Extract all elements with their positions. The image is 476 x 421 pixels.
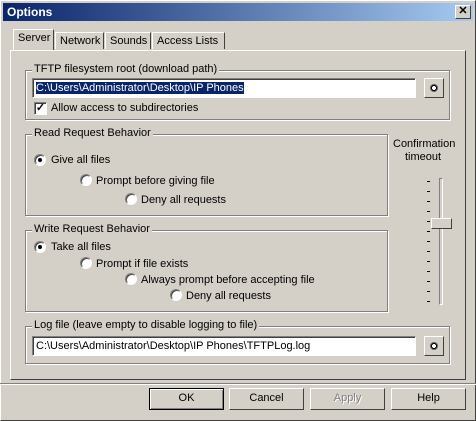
slider-tick xyxy=(427,221,430,222)
tftp-root-path-field[interactable]: C:\Users\Administrator\Desktop\IP Phones xyxy=(32,78,416,98)
tftp-root-path-value: C:\Users\Administrator\Desktop\IP Phones xyxy=(36,82,244,94)
write-deny-radio[interactable] xyxy=(170,289,182,301)
allow-subdirs-checkbox[interactable]: ✓ xyxy=(34,102,47,115)
slider-tick xyxy=(427,261,430,262)
slider-tick xyxy=(427,191,430,192)
close-button[interactable]: ✕ xyxy=(455,5,471,19)
write-prompt-exists-radio[interactable] xyxy=(80,257,92,269)
write-prompt-exists-label: Prompt if file exists xyxy=(96,258,189,270)
confirmation-timeout-label-2: timeout xyxy=(405,151,442,163)
write-always-prompt-radio[interactable] xyxy=(125,273,137,285)
cancel-button[interactable]: Cancel xyxy=(229,388,304,410)
read-give-all-radio[interactable] xyxy=(34,154,46,166)
allow-subdirs-label: Allow access to subdirectories xyxy=(51,102,199,114)
help-button[interactable]: Help xyxy=(391,388,466,410)
slider-tick xyxy=(427,181,430,182)
confirmation-timeout-slider-thumb[interactable] xyxy=(431,218,452,229)
browse-icon xyxy=(430,84,438,92)
read-prompt-label: Prompt before giving file xyxy=(96,175,215,187)
read-request-group-label: Read Request Behavior xyxy=(32,127,153,139)
slider-tick xyxy=(427,291,430,292)
slider-tick xyxy=(427,231,430,232)
slider-tick xyxy=(427,251,430,252)
tab-sounds-label: Sounds xyxy=(110,35,148,47)
tab-sounds[interactable]: Sounds xyxy=(105,32,151,49)
window-title: Options xyxy=(7,5,53,19)
slider-tick xyxy=(427,201,430,202)
log-file-path-field[interactable]: C:\Users\Administrator\Desktop\IP Phones… xyxy=(32,336,416,356)
tab-access-lists-label: Access Lists xyxy=(157,35,219,47)
slider-tick xyxy=(427,271,430,272)
close-icon: ✕ xyxy=(458,5,468,17)
slider-tick xyxy=(427,241,430,242)
tftp-root-browse-button[interactable] xyxy=(424,78,444,98)
read-deny-label: Deny all requests xyxy=(141,194,226,206)
slider-tick xyxy=(427,281,430,282)
button-separator xyxy=(0,383,476,385)
log-file-browse-button[interactable] xyxy=(424,336,444,356)
confirmation-timeout-label-1: Confirmation xyxy=(393,138,456,150)
write-take-all-radio[interactable] xyxy=(34,241,46,253)
tab-access-lists[interactable]: Access Lists xyxy=(152,32,225,49)
read-deny-radio[interactable] xyxy=(125,193,137,205)
tab-server[interactable]: Server xyxy=(13,29,54,50)
tftp-root-group-label: TFTP filesystem root (download path) xyxy=(32,63,220,75)
log-file-group-label: Log file (leave empty to disable logging… xyxy=(32,319,260,331)
slider-tick xyxy=(427,301,430,302)
slider-tick xyxy=(427,211,430,212)
write-take-all-label: Take all files xyxy=(51,241,111,253)
write-request-group-label: Write Request Behavior xyxy=(32,223,152,235)
title-bar[interactable]: Options ✕ xyxy=(3,3,473,21)
read-prompt-radio[interactable] xyxy=(80,174,92,186)
read-give-all-label: Give all files xyxy=(51,154,111,166)
tab-network[interactable]: Network xyxy=(55,32,104,49)
tab-network-label: Network xyxy=(60,35,101,47)
write-deny-label: Deny all requests xyxy=(186,290,271,302)
confirmation-timeout-slider-track[interactable] xyxy=(439,178,443,305)
tab-server-label: Server xyxy=(18,32,51,44)
browse-icon xyxy=(430,342,438,350)
write-always-prompt-label: Always prompt before accepting file xyxy=(141,274,315,286)
ok-button[interactable]: OK xyxy=(149,388,224,410)
apply-button[interactable]: Apply xyxy=(310,388,385,410)
log-file-path-value: C:\Users\Administrator\Desktop\IP Phones… xyxy=(36,340,311,352)
